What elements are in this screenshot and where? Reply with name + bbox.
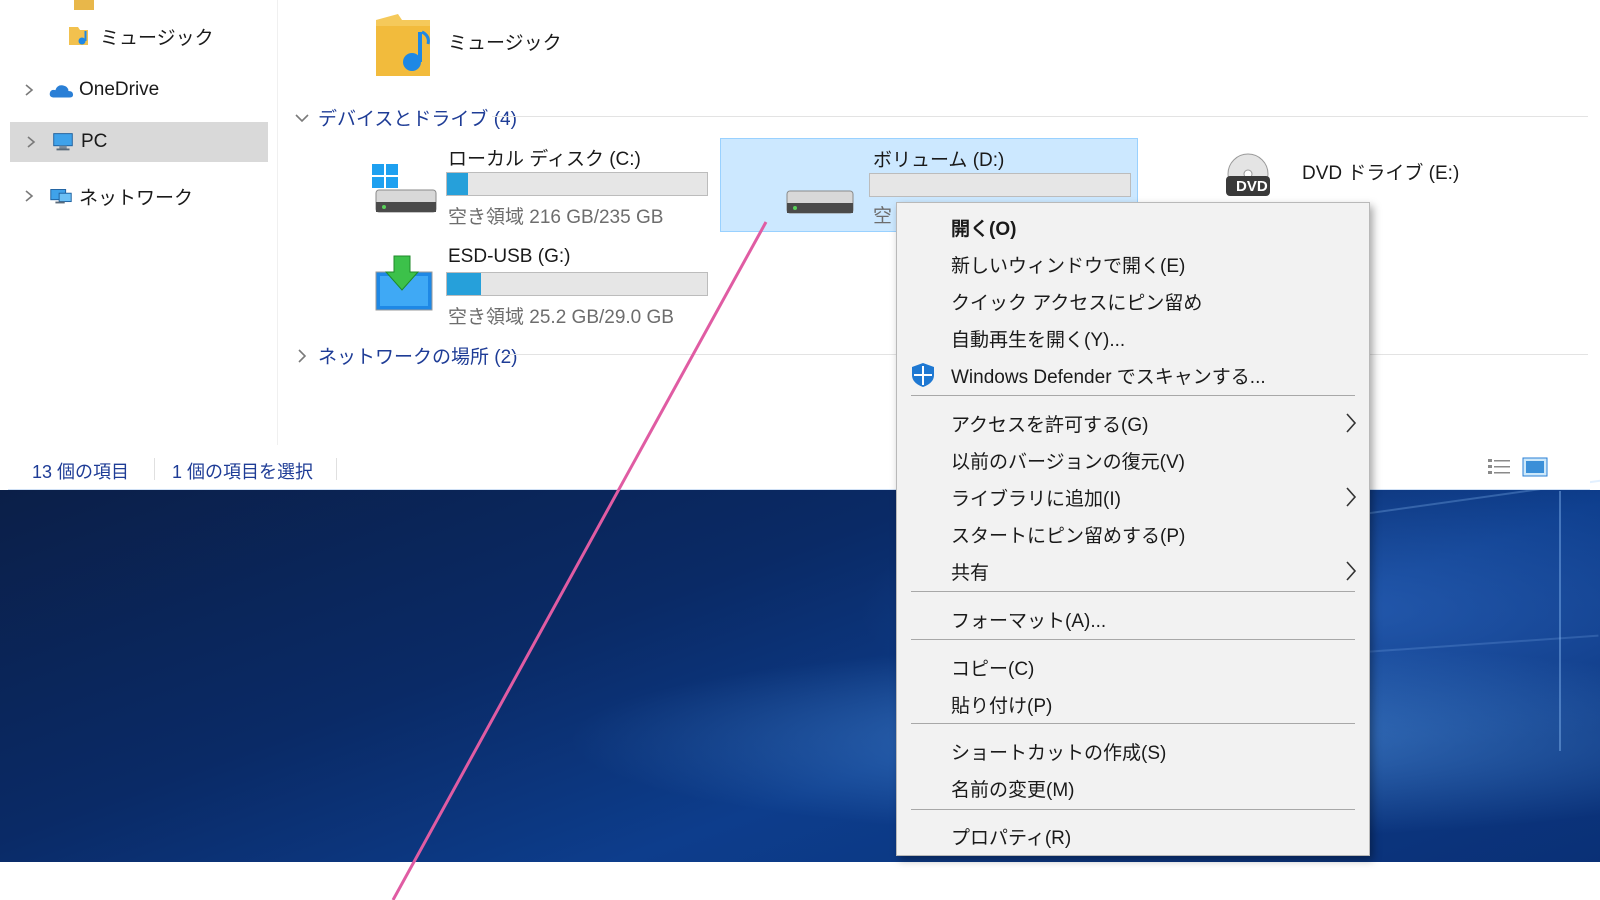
menu-item-label: ショートカットの作成(S) (951, 742, 1167, 764)
menu-item-include-library[interactable]: ライブラリに追加(I) (897, 479, 1369, 515)
chevron-right-icon (1346, 413, 1357, 433)
menu-item-label: ライブラリに追加(I) (951, 488, 1121, 510)
shield-icon (912, 363, 934, 387)
menu-item-share[interactable]: 共有 (897, 553, 1369, 589)
menu-item-pin-start[interactable]: スタートにピン留めする(P) (897, 516, 1369, 552)
usb-setup-drive-icon (375, 255, 433, 311)
drive-name: DVD ドライブ (E:) (1302, 163, 1460, 184)
menu-item-label: 自動再生を開く(Y)... (951, 329, 1126, 351)
menu-separator (911, 723, 1355, 724)
details-view-icon[interactable] (1486, 456, 1512, 478)
nav-item-music[interactable]: ミュージック (8, 16, 278, 56)
menu-item-defender-scan[interactable]: Windows Defender でスキャンする... (897, 357, 1369, 393)
menu-item-open[interactable]: 開く(O) (897, 209, 1369, 245)
pc-icon (53, 133, 73, 151)
menu-separator (911, 591, 1355, 592)
nav-item-label: ミュージック (100, 27, 214, 49)
menu-item-label: 新しいウィンドウで開く(E) (951, 255, 1186, 277)
dvd-badge: DVD (1236, 178, 1268, 195)
menu-item-label: 以前のバージョンの復元(V) (951, 451, 1185, 473)
drive-free-space: 空 (873, 206, 893, 227)
drive-name: ボリューム (D:) (873, 150, 1005, 171)
menu-item-format[interactable]: フォーマット(A)... (897, 601, 1369, 637)
cloud-icon (49, 85, 74, 98)
drive-free-space: 空き領域 25.2 GB/29.0 GB (448, 307, 674, 328)
menu-item-label: 貼り付け(P) (951, 695, 1053, 717)
selection-count: 1 個の項目を選択 (172, 462, 314, 482)
menu-item-label: Windows Defender でスキャンする... (951, 366, 1266, 388)
nav-item-label: OneDrive (79, 79, 160, 100)
drive-tile-c[interactable]: ローカル ディスク (C:) 空き領域 216 GB/235 GB (360, 140, 720, 232)
folder-tile-music[interactable]: ミュージック (372, 10, 672, 90)
menu-item-pin-quick-access[interactable]: クイック アクセスにピン留め (897, 283, 1369, 319)
windows-drive-icon (372, 164, 437, 213)
item-count: 13 個の項目 (32, 462, 130, 482)
menu-item-copy[interactable]: コピー(C) (897, 649, 1369, 685)
group-divider (492, 116, 1588, 117)
menu-separator (911, 395, 1355, 396)
music-folder-icon (376, 14, 430, 76)
network-icon (50, 189, 72, 204)
music-folder-icon (69, 27, 88, 45)
chevron-right-icon (1346, 561, 1357, 581)
nav-item-label: PC (81, 131, 108, 152)
drive-tile-e[interactable]: DVD DVD ドライブ (E:) (1206, 140, 1506, 210)
folder-label: ミュージック (448, 33, 562, 54)
drive-name: ESD-USB (G:) (448, 246, 571, 267)
menu-separator (911, 809, 1355, 810)
status-divider (336, 458, 337, 480)
menu-item-label: クイック アクセスにピン留め (951, 292, 1203, 314)
menu-item-label: コピー(C) (951, 658, 1035, 680)
drive-usage-bar (869, 173, 1131, 197)
nav-item-network[interactable]: ネットワーク (8, 176, 278, 216)
menu-item-label: フォーマット(A)... (951, 610, 1107, 632)
light-streak (1559, 491, 1561, 751)
chevron-right-icon (1346, 487, 1357, 507)
nav-item-label: ネットワーク (79, 187, 194, 209)
menu-item-open-new-window[interactable]: 新しいウィンドウで開く(E) (897, 246, 1369, 282)
menu-item-open-autoplay[interactable]: 自動再生を開く(Y)... (897, 320, 1369, 356)
menu-item-paste[interactable]: 貼り付け(P) (897, 686, 1369, 722)
group-label: デバイスとドライブ (4) (318, 109, 517, 130)
page-margin (0, 862, 1600, 900)
menu-item-label: 名前の変更(M) (951, 779, 1075, 801)
menu-item-create-shortcut[interactable]: ショートカットの作成(S) (897, 733, 1369, 769)
chevron-right-icon[interactable] (22, 189, 36, 203)
menu-item-label: 開く(O) (951, 218, 1017, 240)
drive-usage-bar (446, 172, 708, 196)
menu-separator (911, 639, 1355, 640)
menu-item-label: 共有 (951, 562, 990, 584)
context-menu: 開く(O) 新しいウィンドウで開く(E) クイック アクセスにピン留め 自動再生を開く… (896, 202, 1370, 856)
drive-usage-bar (446, 272, 708, 296)
group-label: ネットワークの場所 (2) (318, 347, 518, 368)
nav-item-pc[interactable]: PC (10, 122, 268, 162)
navigation-pane: ミュージック OneDrive PC ネットワーク (8, 0, 278, 445)
large-icons-view-icon[interactable] (1522, 456, 1548, 478)
drive-usage-fill (447, 273, 481, 295)
drive-usage-fill (447, 173, 468, 195)
group-header-network[interactable]: ネットワークの場所 (2) (294, 342, 518, 369)
chevron-down-icon[interactable] (294, 110, 310, 126)
group-header-devices[interactable]: デバイスとドライブ (4) (294, 104, 517, 131)
menu-item-give-access[interactable]: アクセスを許可する(G) (897, 405, 1369, 441)
chevron-right-icon[interactable] (22, 83, 36, 97)
menu-item-label: アクセスを許可する(G) (951, 414, 1149, 436)
drive-free-space: 空き領域 216 GB/235 GB (448, 207, 664, 228)
nav-item-onedrive[interactable]: OneDrive (8, 70, 278, 110)
drive-tile-g[interactable]: ESD-USB (G:) 空き領域 25.2 GB/29.0 GB (360, 240, 720, 332)
chevron-right-icon[interactable] (24, 135, 38, 149)
drive-name: ローカル ディスク (C:) (448, 149, 641, 170)
menu-item-label: スタートにピン留めする(P) (951, 525, 1186, 547)
hard-drive-icon (786, 190, 854, 214)
menu-item-properties[interactable]: プロパティ(R) (897, 818, 1369, 854)
folder-icon (74, 0, 94, 10)
chevron-right-icon[interactable] (294, 348, 310, 364)
status-divider (154, 458, 155, 480)
screen: ミュージック OneDrive PC ネットワーク ミュージック デバイスとドラ… (0, 0, 1600, 900)
menu-item-label: プロパティ(R) (951, 827, 1072, 849)
menu-item-restore-versions[interactable]: 以前のバージョンの復元(V) (897, 442, 1369, 478)
menu-item-rename[interactable]: 名前の変更(M) (897, 770, 1369, 806)
